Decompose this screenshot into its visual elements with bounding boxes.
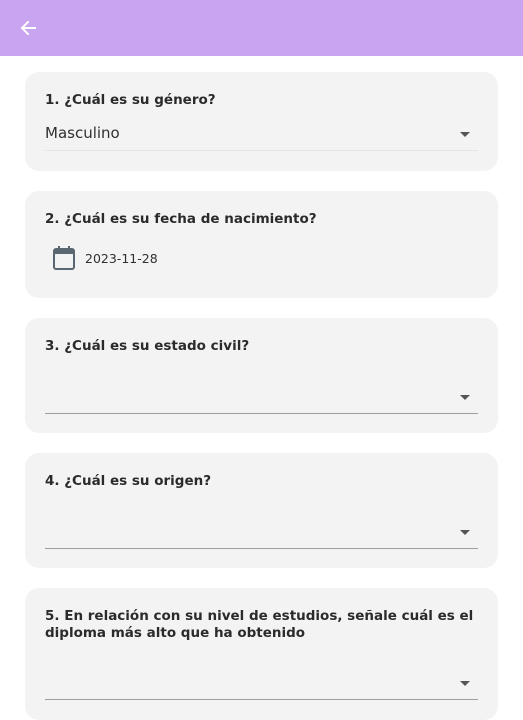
question-card-gender: 1. ¿Cuál es su género? Masculino <box>25 72 498 171</box>
education-select[interactable] <box>45 669 478 700</box>
back-button[interactable] <box>12 12 44 44</box>
question-title: 2. ¿Cuál es su fecha de nacimiento? <box>45 211 317 227</box>
civil-status-select[interactable] <box>45 383 478 414</box>
dropdown-caret-icon <box>460 395 470 400</box>
form-content: 1. ¿Cuál es su género? Masculino 2. ¿Cuá… <box>0 56 523 720</box>
dropdown-caret-icon <box>460 530 470 535</box>
origin-select[interactable] <box>45 518 478 549</box>
question-title: 4. ¿Cuál es su origen? <box>45 473 212 489</box>
select-value: Masculino <box>45 124 120 142</box>
arrow-left-icon <box>20 20 36 36</box>
question-card-civil-status: 3. ¿Cuál es su estado civil? <box>25 318 498 433</box>
question-card-birthdate: 2. ¿Cuál es su fecha de nacimiento? 2023… <box>25 191 498 298</box>
dropdown-caret-icon <box>460 681 470 686</box>
birthdate-value: 2023-11-28 <box>85 250 158 266</box>
birthdate-picker[interactable]: 2023-11-28 <box>53 245 158 271</box>
gender-select[interactable]: Masculino <box>45 120 478 151</box>
question-card-origin: 4. ¿Cuál es su origen? <box>25 453 498 568</box>
question-title: 1. ¿Cuál es su género? <box>45 92 216 108</box>
question-title: 3. ¿Cuál es su estado civil? <box>45 338 250 354</box>
question-title: 5. En relación con su nivel de estudios,… <box>45 608 474 641</box>
dropdown-caret-icon <box>460 132 470 137</box>
question-card-education: 5. En relación con su nivel de estudios,… <box>25 588 498 720</box>
calendar-icon <box>53 246 75 270</box>
app-bar <box>0 0 523 56</box>
